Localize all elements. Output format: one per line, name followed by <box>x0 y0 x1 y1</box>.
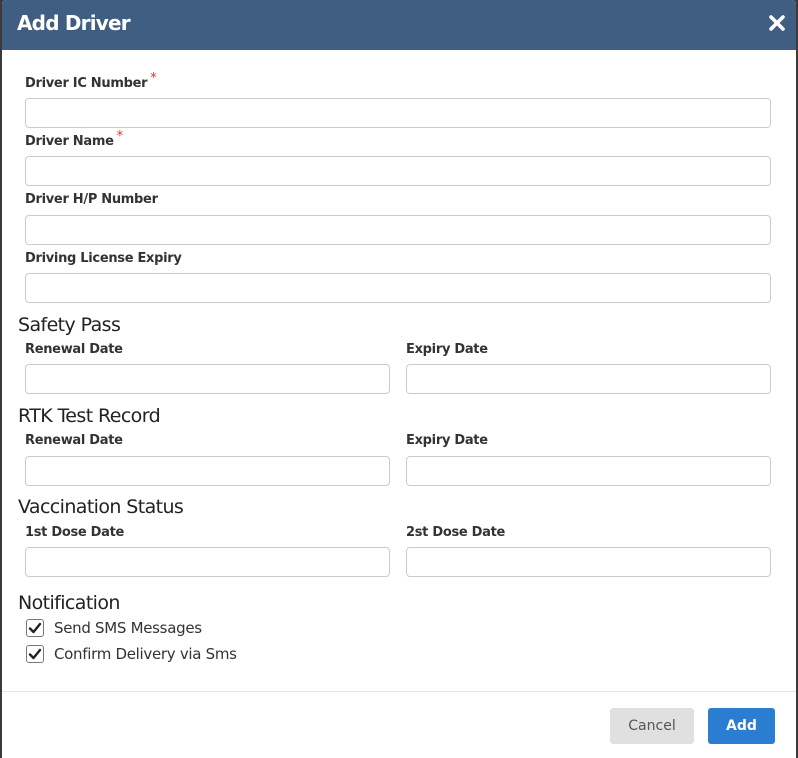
required-marker: * <box>150 71 157 86</box>
modal-title: Add Driver <box>17 11 131 35</box>
safety-pass-renewal-input[interactable] <box>25 364 390 394</box>
notification-heading: Notification <box>18 592 120 614</box>
send-sms-checkbox[interactable] <box>26 619 44 637</box>
driver-name-input[interactable] <box>25 156 771 186</box>
dose1-label: 1st Dose Date <box>25 525 125 540</box>
safety-pass-heading: Safety Pass <box>18 314 121 336</box>
confirm-delivery-checkbox[interactable] <box>26 645 44 663</box>
ic-number-label: Driver IC Number * <box>25 71 157 91</box>
checkmark-icon <box>28 622 42 634</box>
close-icon <box>769 15 785 31</box>
add-driver-modal: Add Driver Driver IC Number * Driver Name… <box>2 0 796 758</box>
checkmark-icon <box>28 648 42 660</box>
cancel-button[interactable]: Cancel <box>610 708 694 744</box>
safety-pass-expiry-label: Expiry Date <box>406 342 488 357</box>
send-sms-label: Send SMS Messages <box>54 619 202 637</box>
modal-header: Add Driver <box>2 0 796 50</box>
vaccination-heading: Vaccination Status <box>18 496 184 518</box>
add-button[interactable]: Add <box>708 708 775 744</box>
driver-name-label: Driver Name * <box>25 129 123 149</box>
send-sms-option[interactable]: Send SMS Messages <box>26 618 202 638</box>
driver-name-label-text: Driver Name <box>25 134 114 149</box>
rtk-renewal-label: Renewal Date <box>25 433 123 448</box>
safety-pass-renewal-label: Renewal Date <box>25 342 123 357</box>
rtk-expiry-input[interactable] <box>406 456 771 486</box>
required-marker: * <box>116 129 124 144</box>
dose1-date-input[interactable] <box>25 547 390 577</box>
safety-pass-expiry-input[interactable] <box>406 364 771 394</box>
hp-number-label: Driver H/P Number <box>25 192 158 207</box>
ic-number-input[interactable] <box>25 98 771 128</box>
footer-divider <box>2 691 796 692</box>
confirm-delivery-option[interactable]: Confirm Delivery via Sms <box>26 644 237 664</box>
rtk-expiry-label: Expiry Date <box>406 433 488 448</box>
ic-number-label-text: Driver IC Number <box>25 76 148 91</box>
hp-number-input[interactable] <box>25 215 771 245</box>
license-expiry-label: Driving License Expiry <box>25 251 182 266</box>
close-button[interactable] <box>766 11 788 35</box>
confirm-delivery-label: Confirm Delivery via Sms <box>54 645 237 663</box>
rtk-renewal-input[interactable] <box>25 456 390 486</box>
dose2-label: 2st Dose Date <box>406 525 506 540</box>
rtk-test-heading: RTK Test Record <box>18 405 161 427</box>
license-expiry-input[interactable] <box>25 273 771 303</box>
dose2-date-input[interactable] <box>406 547 771 577</box>
